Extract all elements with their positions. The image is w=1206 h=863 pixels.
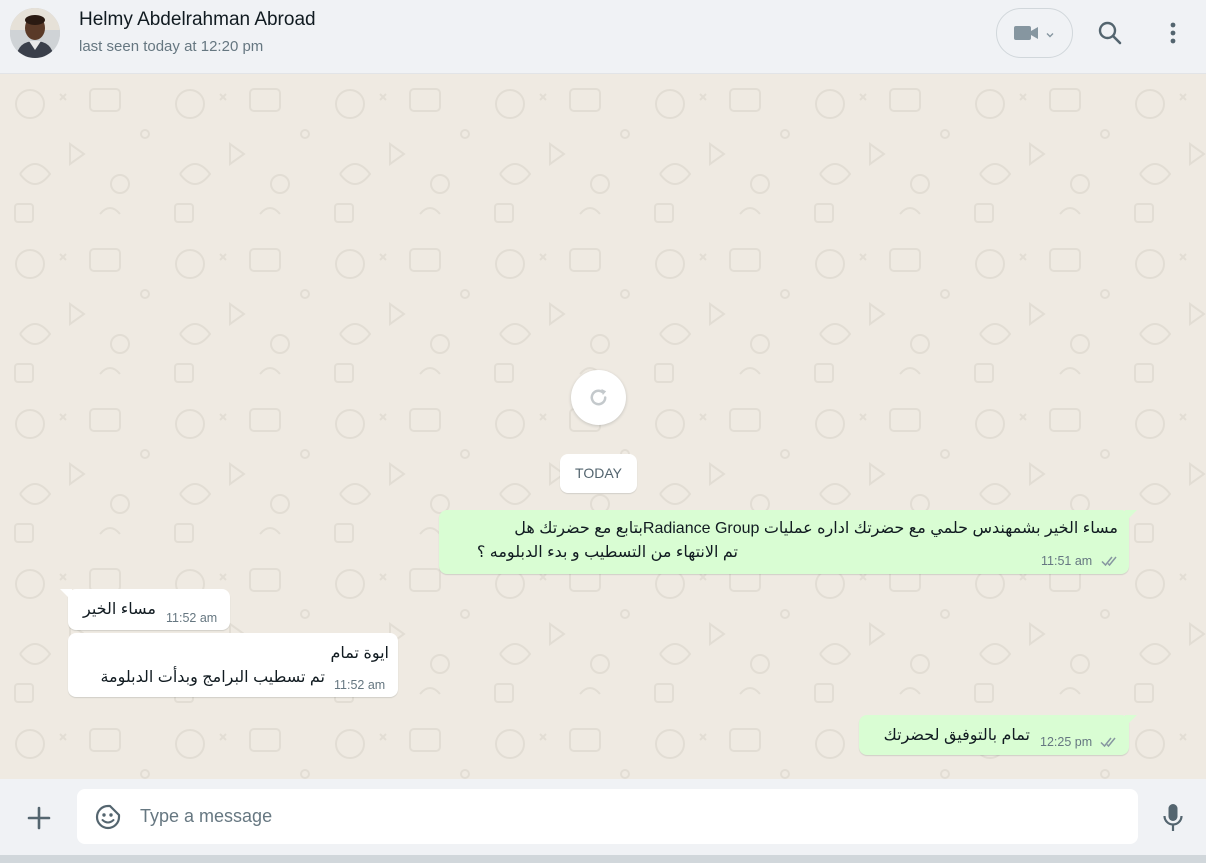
outgoing-message-bubble[interactable]: مساء الخير بشمهندس حلمي مع حضرتك اداره ع… (439, 510, 1137, 574)
message-text: تم الانتهاء من التسطيب و بدء الدبلومه ؟ (476, 544, 738, 561)
message-text: ايوة تمام (330, 645, 389, 662)
message-text: تمام بالتوفيق لحضرتك (883, 727, 1030, 744)
message-input-box (77, 789, 1138, 844)
plus-icon (25, 806, 53, 836)
emoji-icon (94, 804, 122, 835)
message-composer (0, 779, 1206, 855)
video-call-icon (1013, 24, 1039, 47)
attach-button[interactable] (25, 804, 53, 832)
load-older-messages-button[interactable] (571, 370, 626, 425)
message-time: 11:51 am (1041, 554, 1093, 568)
message-text: مساء الخير بشمهندس حلمي مع حضرتك اداره ع… (514, 520, 1118, 537)
double-check-icon (1100, 735, 1119, 753)
message-time: 12:25 pm (1040, 735, 1093, 749)
outgoing-message-bubble[interactable]: تمام بالتوفيق لحضرتك 12:25 pm (859, 715, 1137, 755)
chat-panel[interactable]: TODAY مساء الخير بشمهندس حلمي مع حضرتك ا… (0, 74, 1206, 779)
bubble-tail (1125, 715, 1137, 727)
contact-name[interactable]: Helmy Abdelrahman Abroad (79, 9, 316, 31)
last-seen-status: last seen today at 12:20 pm (79, 38, 264, 55)
search-icon (1096, 21, 1124, 51)
search-button[interactable] (1096, 19, 1124, 47)
double-check-icon (1101, 554, 1120, 572)
message-time: 11:52 am (166, 611, 218, 625)
menu-icon (1160, 22, 1186, 51)
chat-header: Helmy Abdelrahman Abroad last seen today… (0, 0, 1206, 74)
voice-message-button[interactable] (1160, 802, 1186, 834)
microphone-icon (1160, 804, 1186, 838)
bubble-tail (60, 589, 72, 601)
message-time: 11:52 am (334, 678, 386, 692)
date-divider: TODAY (560, 454, 637, 493)
contact-avatar[interactable] (10, 8, 60, 58)
chevron-down-icon (1045, 27, 1055, 45)
menu-button[interactable] (1160, 19, 1186, 47)
incoming-message-bubble[interactable]: ايوة تمام تم تسطيب البرامج وبدأت الدبلوم… (68, 633, 398, 697)
message-input[interactable] (140, 789, 1120, 844)
message-text: مساء الخير (83, 601, 156, 618)
video-call-button[interactable] (996, 8, 1073, 58)
bubble-tail (1125, 510, 1137, 522)
incoming-message-bubble[interactable]: مساء الخير 11:52 am (60, 589, 230, 630)
bottom-border (0, 855, 1206, 863)
message-text: تم تسطيب البرامج وبدأت الدبلومة (100, 669, 325, 686)
emoji-button[interactable] (94, 803, 122, 831)
